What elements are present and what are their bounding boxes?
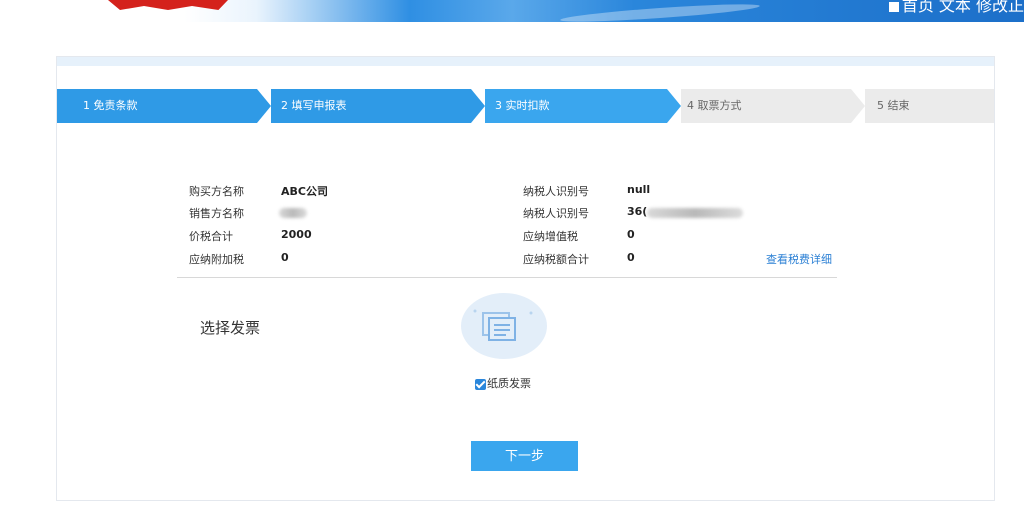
vat-label: 应纳增值税 [523, 230, 578, 243]
paper-invoice-checkbox-row[interactable]: 纸质发票 [475, 375, 531, 391]
buyer-taxid-value: null [627, 183, 651, 196]
vat-value: 0 [627, 228, 635, 241]
step-4-label: 4 取票方式 [687, 99, 742, 112]
surtax-label: 应纳附加税 [189, 253, 244, 266]
surtax-value: 0 [281, 251, 289, 264]
header-links-text[interactable]: 首页 文本 修改正 [902, 0, 1024, 15]
step-progress: 1 免责条款 2 填写申报表 3 实时扣款 4 取票方式 5 结束 [57, 89, 994, 123]
section-divider [177, 277, 837, 278]
tax-total-value: 0 [627, 251, 635, 264]
step-2: 2 填写申报表 [271, 89, 471, 123]
next-step-button[interactable]: 下一步 [471, 441, 578, 471]
site-logo [108, 0, 228, 10]
step-1-label: 1 免责条款 [83, 99, 138, 112]
document-icon [473, 309, 533, 341]
redacted-seller-taxid [647, 208, 743, 218]
tax-detail-link[interactable]: 查看税费详细 [766, 251, 832, 267]
top-banner: 首页 文本 修改正 [0, 0, 1024, 22]
main-card: 1 免责条款 2 填写申报表 3 实时扣款 4 取票方式 5 结束 购买方名称 … [56, 56, 995, 501]
banner-decoration [559, 1, 761, 22]
step-3-label: 3 实时扣款 [495, 99, 550, 112]
step-4: 4 取票方式 [681, 89, 851, 123]
step-5-label: 5 结束 [877, 99, 910, 112]
step-4-arrow [851, 89, 865, 123]
buyer-taxid-label: 纳税人识别号 [523, 185, 589, 198]
step-3: 3 实时扣款 [485, 89, 667, 123]
buyer-name-label: 购买方名称 [189, 185, 244, 198]
step-2-label: 2 填写申报表 [281, 99, 347, 112]
select-invoice-title: 选择发票 [200, 319, 261, 337]
step-2-arrow [471, 89, 485, 123]
paper-invoice-checkbox[interactable] [475, 378, 486, 390]
step-3-arrow [667, 89, 681, 123]
step-1-arrow [257, 89, 271, 123]
seller-name-label: 销售方名称 [189, 207, 244, 220]
card-top-strip [57, 57, 994, 66]
redacted-seller-name [279, 208, 307, 218]
paper-invoice-option[interactable] [461, 293, 547, 359]
paper-invoice-label[interactable]: 纸质发票 [487, 377, 531, 390]
step-1: 1 免责条款 [57, 89, 257, 123]
header-links[interactable]: 首页 文本 修改正 [888, 0, 1024, 16]
step-5: 5 结束 [865, 89, 994, 123]
seller-taxid-label: 纳税人识别号 [523, 207, 589, 220]
home-icon [888, 1, 899, 12]
total-value: 2000 [281, 228, 312, 241]
seller-taxid-value: 36( [627, 205, 648, 218]
total-label: 价税合计 [189, 230, 233, 243]
buyer-name-value: ABC公司 [281, 185, 328, 198]
tax-total-label: 应纳税额合计 [523, 253, 589, 266]
